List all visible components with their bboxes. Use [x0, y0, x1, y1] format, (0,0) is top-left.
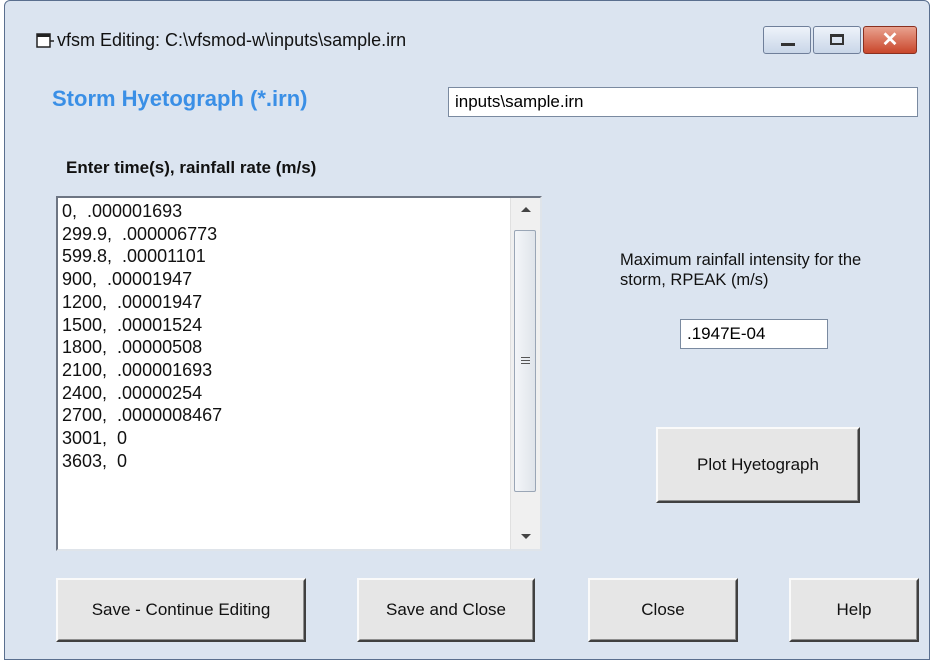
rainfall-lines: 0, .000001693 299.9, .000006773 599.8, .…: [62, 200, 222, 472]
rainfall-entry-label: Enter time(s), rainfall rate (m/s): [66, 158, 317, 177]
vertical-scrollbar[interactable]: [510, 198, 540, 549]
save-continue-editing-button[interactable]: Save - Continue Editing: [56, 578, 306, 642]
scrollbar-thumb[interactable]: [514, 230, 536, 492]
storm-hyetograph-label: Storm Hyetograph (*.irn): [52, 86, 308, 111]
plot-hyetograph-button[interactable]: Plot Hyetograph: [656, 427, 860, 503]
rainfall-line: 1800, .00000508: [62, 337, 203, 358]
scroll-grip-icon: [521, 357, 530, 366]
rpeak-input[interactable]: .1947E-04: [680, 319, 828, 349]
maximize-icon: [830, 34, 844, 45]
scroll-up-button[interactable]: [511, 198, 540, 224]
minimize-icon: [781, 43, 795, 46]
scroll-up-arrow-icon: [521, 207, 531, 212]
maximize-button[interactable]: [813, 26, 861, 54]
rainfall-line: 3001, 0: [62, 428, 128, 449]
close-icon: ✕: [881, 29, 899, 51]
rainfall-line: 3603, 0: [62, 450, 128, 471]
close-button[interactable]: Close: [588, 578, 738, 642]
rainfall-data-textarea[interactable]: 0, .000001693 299.9, .000006773 599.8, .…: [56, 196, 542, 551]
caption-buttons: ✕: [761, 26, 917, 56]
rainfall-line: 1200, .00001947: [62, 291, 203, 312]
close-window-button[interactable]: ✕: [863, 26, 917, 54]
scroll-down-arrow-icon: [521, 534, 531, 539]
help-button[interactable]: Help: [789, 578, 919, 642]
app-window-icon[interactable]: [35, 31, 55, 51]
rainfall-line: 599.8, .00001101: [62, 246, 206, 267]
rainfall-line: 900, .00001947: [62, 269, 193, 290]
irn-file-input[interactable]: inputs\sample.irn: [448, 87, 918, 117]
rpeak-label: Maximum rainfall intensity for the storm…: [620, 251, 862, 289]
rainfall-line: 299.9, .000006773: [62, 223, 218, 244]
rainfall-line: 2400, .00000254: [62, 382, 203, 403]
rainfall-line: 2700, .0000008467: [62, 405, 223, 426]
scroll-down-button[interactable]: [511, 523, 540, 549]
save-and-close-button[interactable]: Save and Close: [357, 578, 535, 642]
rainfall-line: 2100, .000001693: [62, 359, 213, 380]
minimize-button[interactable]: [763, 26, 811, 54]
window-title: vfsm Editing: C:\vfsmod-w\inputs\sample.…: [57, 30, 407, 50]
title-bar[interactable]: vfsm Editing: C:\vfsmod-w\inputs\sample.…: [5, 1, 929, 81]
rainfall-line: 1500, .00001524: [62, 314, 203, 335]
rainfall-line: 0, .000001693: [62, 201, 183, 221]
